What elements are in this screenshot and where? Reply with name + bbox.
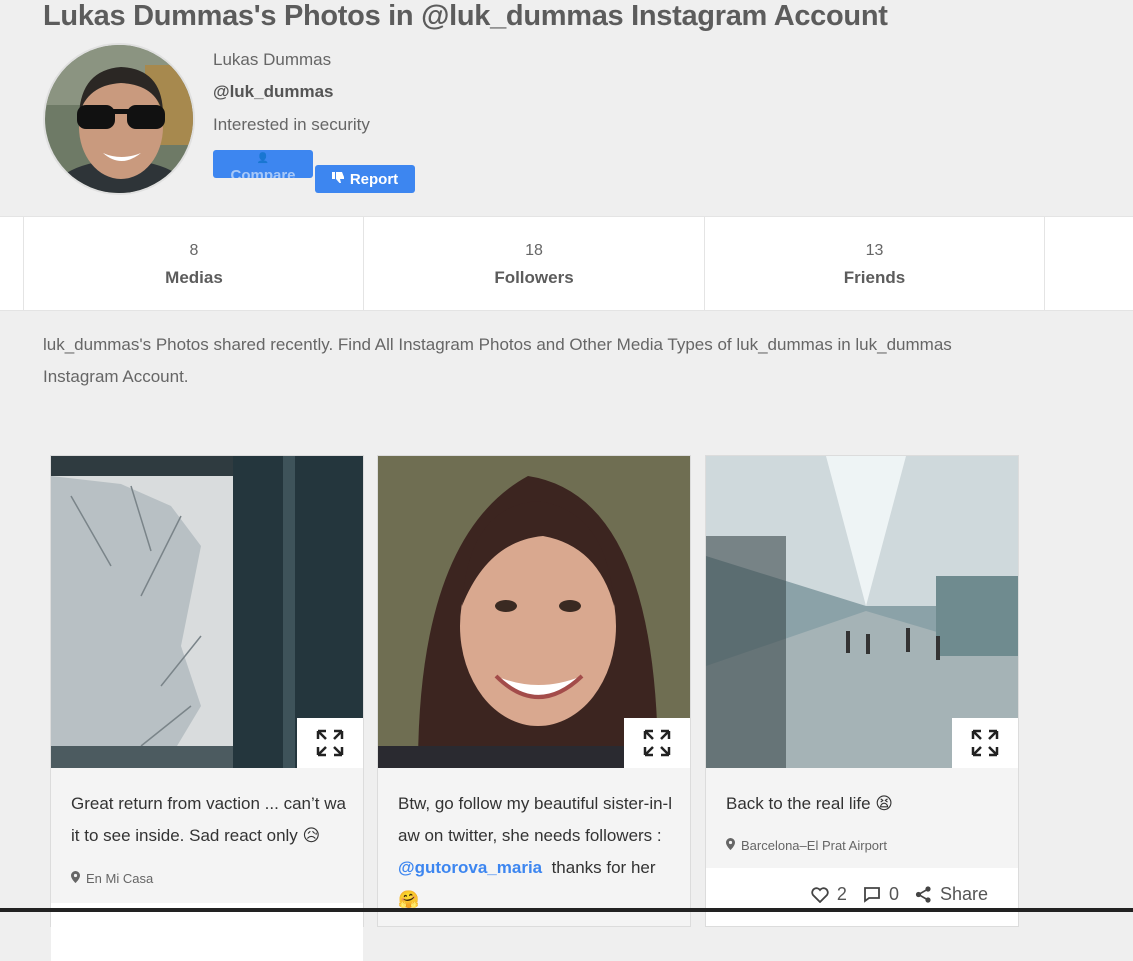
profile-full-name: Lukas Dummas [213,50,332,69]
post-footer: 2 0 Share [706,868,1018,926]
stat-friends-label: Friends [843,268,906,287]
post-location-label: En Mi Casa [86,871,154,886]
page-title: Lukas Dummas's Photos in @luk_dummas Ins… [43,0,888,32]
compare-button[interactable]: 👤 Compare [213,150,313,178]
profile-bio: Interested in security [213,115,370,134]
heart-icon [811,886,829,903]
stat-medias-label: Medias [165,268,223,287]
expand-icon [643,729,671,757]
thumbs-down-icon [331,171,345,187]
like-button[interactable]: 2 [811,884,847,905]
stat-followers-count: 18 [525,242,543,259]
post-card: Back to the real life 😫 Barcelona–El Pra… [706,456,1018,926]
stat-friends[interactable]: 13 Friends [704,217,1045,310]
post-card: Btw, go follow my beautiful sister-in-la… [378,456,690,926]
expand-button[interactable] [952,718,1018,768]
comment-button[interactable]: 0 [863,884,899,905]
compare-button-label: Compare [230,167,296,178]
report-button-label: Report [349,170,399,188]
post-location[interactable]: Barcelona–El Prat Airport [726,838,887,853]
avatar [43,43,195,195]
post-caption: Btw, go follow my beautiful sister-in-la… [398,788,674,916]
map-pin-icon [71,871,80,886]
like-count: 2 [836,884,847,904]
post-card: Great return from vaction ... can’t wait… [51,456,363,961]
stat-medias[interactable]: 8 Medias [23,217,364,310]
post-caption-text: Btw, go follow my beautiful sister-in-la… [398,794,672,845]
comment-icon [864,887,880,903]
stats-bar: 8 Medias 18 Followers 13 Friends [0,216,1133,311]
expand-icon [316,729,344,757]
expand-button[interactable] [297,718,363,768]
post-photo-airport[interactable] [706,456,1018,768]
profile-handle: @luk_dummas [213,82,334,101]
map-pin-icon [726,838,735,853]
stat-followers-label: Followers [494,268,574,287]
share-icon [915,886,931,903]
post-actions: 2 0 Share [795,884,988,905]
expand-icon [971,729,999,757]
report-button[interactable]: Report [315,165,415,193]
share-button[interactable]: Share [915,884,988,905]
stat-followers[interactable]: 18 Followers [363,217,704,310]
comment-count: 0 [888,884,899,904]
share-label: Share [939,884,988,904]
window-bottom-edge [0,908,1133,912]
stat-medias-count: 8 [189,242,199,259]
stat-friends-count: 13 [865,242,884,259]
post-location-label: Barcelona–El Prat Airport [741,838,887,853]
post-caption: Back to the real life 😫 [726,794,894,813]
post-photo-woman-portrait[interactable] [378,456,690,768]
post-mention-link[interactable]: @gutorova_maria [398,858,542,877]
post-caption: Great return from vaction ... can’t wait… [71,794,346,845]
post-location[interactable]: En Mi Casa [71,871,153,886]
page-description: luk_dummas's Photos shared recently. Fin… [43,335,952,386]
user-icon: 👤 [256,153,270,164]
expand-button[interactable] [624,718,690,768]
post-photo-broken-window[interactable] [51,456,363,768]
profile-header: Lukas Dummas @luk_dummas Interested in s… [43,43,743,203]
